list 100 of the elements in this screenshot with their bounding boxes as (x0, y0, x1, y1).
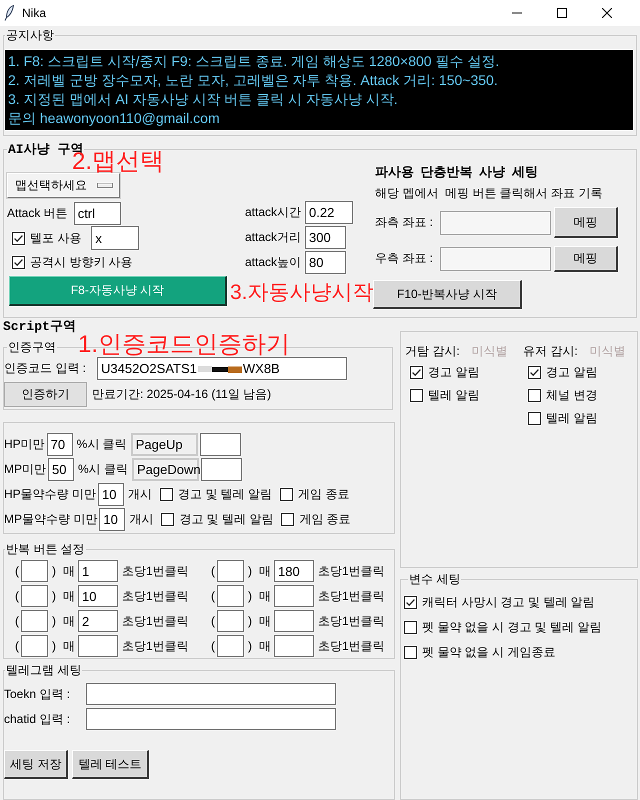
mapping-button[interactable]: 메핑 (554, 246, 618, 272)
checkbox-label[interactable]: 공격시 방향키 사용 (30, 254, 133, 270)
key-field[interactable]: PageDown (132, 458, 200, 481)
checkbox-label[interactable]: 체널 변경 (546, 387, 598, 404)
checkbox[interactable] (281, 513, 294, 526)
unit-label: 초당1번클릭 (318, 562, 385, 580)
checkbox-label[interactable]: 경고 알림 (546, 364, 598, 381)
checkbox[interactable] (12, 232, 25, 244)
paren-label: ) (52, 564, 56, 578)
key-field[interactable] (21, 585, 48, 607)
key-field[interactable]: PageUp (130, 433, 198, 456)
text-field[interactable] (86, 683, 336, 705)
dropdown-button[interactable]: 맵선택하세요 (7, 173, 120, 198)
seconds-field[interactable]: 2 (78, 610, 118, 632)
text-field[interactable]: 0.22 (305, 200, 353, 224)
checkbox-label[interactable]: 펫 물약 없을 시 경고 및 텔레 알림 (422, 619, 602, 636)
checkbox[interactable] (404, 621, 417, 634)
checkbox-label[interactable]: 텔레 알림 (428, 387, 480, 404)
minimize-icon[interactable] (512, 12, 522, 14)
mapping-button[interactable]: 메핑 (554, 207, 618, 238)
text-field[interactable]: 10 (98, 483, 124, 506)
field-label: %시 클릭 (76, 436, 127, 453)
checkbox-label[interactable]: 경고 알림 (428, 364, 480, 381)
checkbox-label[interactable]: 경고 및 텔레 알림 (178, 486, 272, 503)
checkbox[interactable] (528, 389, 541, 402)
checkbox[interactable] (280, 488, 294, 501)
key-field[interactable] (21, 560, 48, 582)
auth-button[interactable]: 인증하기 (4, 382, 87, 407)
checkbox[interactable] (161, 513, 174, 526)
field-label: 거탐 감시: (405, 342, 460, 360)
group-title: 인증구역 (7, 340, 57, 354)
field-label: 좌측 좌표 : (374, 214, 434, 231)
checkbox-label[interactable]: 경고 및 텔레 알림 (179, 511, 274, 528)
checkbox[interactable] (410, 389, 423, 402)
key-field[interactable] (217, 635, 244, 657)
seconds-field[interactable] (274, 635, 314, 657)
checkbox[interactable] (160, 488, 174, 501)
unit-label: 초당1번클릭 (318, 638, 385, 654)
key-field[interactable] (217, 585, 244, 607)
seconds-field[interactable]: 1 (78, 560, 118, 582)
seconds-field[interactable] (78, 635, 118, 657)
checkbox[interactable] (404, 596, 417, 609)
field-label: MP물약수량 미만 (4, 511, 98, 528)
group-title: 텔레그램 세팅 (5, 663, 82, 677)
unit-label: 초당1번클릭 (122, 588, 189, 604)
seconds-field[interactable]: 180 (274, 560, 314, 582)
text-field[interactable]: x (91, 226, 140, 250)
text-field[interactable]: 10 (99, 508, 126, 531)
coordinate-field[interactable] (440, 246, 551, 270)
coordinate-field[interactable] (440, 210, 551, 234)
seconds-field[interactable] (274, 585, 314, 607)
checkbox-label[interactable]: 텔레 알림 (546, 410, 598, 427)
paren-label: ( (211, 639, 215, 653)
auth-code-field[interactable]: U3452O2SATS1 WX8B (97, 357, 347, 380)
checkbox-label[interactable]: 게임 종료 (299, 511, 351, 528)
checkbox[interactable] (410, 366, 423, 379)
text-field[interactable]: 50 (48, 458, 74, 481)
group-title: 반복 버튼 설정 (5, 542, 86, 556)
close-icon[interactable] (602, 8, 612, 18)
unit-label: 초당1번클릭 (122, 638, 189, 654)
checkbox[interactable] (528, 366, 541, 379)
field-label: attack시간 (245, 204, 302, 220)
checkbox-label[interactable]: 펫 물약 없을 시 게임종료 (422, 644, 556, 661)
text-field[interactable] (200, 433, 241, 456)
seconds-field[interactable]: 10 (78, 585, 118, 607)
checkbox-label[interactable]: 게임 종료 (298, 486, 350, 503)
field-label: Attack 버튼 (7, 205, 68, 222)
text-field[interactable]: 300 (305, 226, 346, 248)
paren-label: ) (52, 639, 56, 653)
paren-label: ) (248, 639, 252, 653)
checkbox[interactable] (528, 412, 541, 425)
text-field[interactable]: 80 (305, 250, 346, 274)
text-field[interactable] (201, 458, 242, 481)
save-button[interactable]: 세팅 저장 (4, 750, 68, 779)
every-label: 매 (259, 612, 271, 630)
key-field[interactable] (21, 635, 48, 657)
start-button[interactable]: F10-반복사냥 시작 (373, 280, 522, 309)
test-button[interactable]: 텔레 테스트 (72, 750, 149, 779)
text-field[interactable] (86, 708, 336, 730)
paren-label: ( (15, 614, 19, 628)
text-field[interactable]: ctrl (74, 202, 121, 225)
paren-label: ( (15, 564, 19, 578)
checkbox-label[interactable]: 캐릭터 사망시 경고 및 텔레 알림 (422, 594, 595, 611)
checkbox[interactable] (404, 646, 417, 659)
maximize-icon[interactable] (557, 8, 567, 18)
seconds-field[interactable] (274, 610, 314, 632)
checkbox-label[interactable]: 텔포 사용 (30, 230, 82, 246)
text-field[interactable]: 70 (46, 433, 73, 456)
field-label: 개시 (129, 511, 154, 528)
section-title: Script구역 (2, 320, 77, 334)
field-label: 인증코드 입력 : (4, 360, 88, 377)
unit-label: 초당1번클릭 (122, 612, 189, 630)
key-field[interactable] (217, 610, 244, 632)
unit-label: 초당1번클릭 (122, 562, 189, 580)
paren-label: ( (211, 589, 215, 603)
key-field[interactable] (217, 560, 244, 582)
key-field[interactable] (21, 610, 48, 632)
checkbox[interactable] (12, 256, 25, 268)
field-label: %시 클릭 (78, 461, 128, 478)
notice-line: 1. F8: 스크립트 시작/중지 F9: 스크립트 종료. 게임 해상도 1280×800 필수 설정. (8, 52, 500, 71)
